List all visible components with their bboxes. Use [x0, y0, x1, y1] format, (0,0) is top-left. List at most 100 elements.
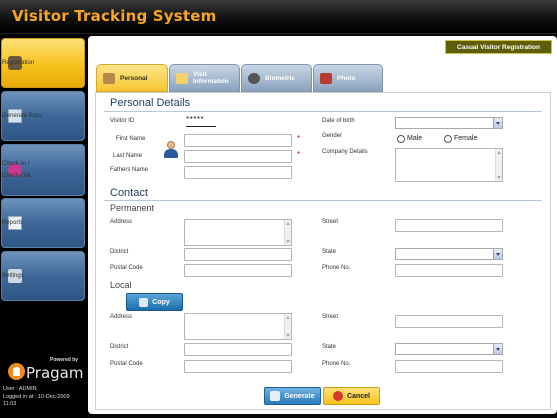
first-name-label: First Name — [116, 136, 146, 142]
cancel-button-label: Cancel — [347, 392, 370, 400]
session-status: User : ADMIN Logged in at : 10-Dec-2009 … — [3, 386, 70, 409]
tab-label: Biometric — [265, 74, 295, 82]
local-address-textarea[interactable] — [184, 313, 292, 340]
permanent-street-field[interactable] — [395, 219, 503, 232]
status-logged-in: Logged in at : 10-Dec-2009 — [3, 393, 70, 400]
permanent-phone-field[interactable] — [395, 264, 503, 277]
scrollbar[interactable] — [284, 314, 291, 339]
company-details-label: Company Details — [322, 149, 368, 155]
tab-photo[interactable]: Photo — [313, 64, 383, 92]
sidebar-item-label: Registration — [2, 60, 35, 66]
sidebar-item-check-in-out[interactable]: Check-In / Check-Out — [1, 144, 85, 196]
permanent-district-field[interactable] — [184, 248, 292, 261]
generate-button-label: Generate — [284, 392, 315, 400]
local-address-label: Address — [110, 314, 133, 320]
company-details-textarea[interactable] — [395, 148, 503, 182]
status-user: User : ADMIN — [3, 386, 37, 392]
chevron-down-icon — [493, 249, 502, 259]
form-panel: Personal Details Visitor ID ***** First … — [95, 92, 551, 410]
generate-icon — [270, 391, 281, 401]
gender-female-radio[interactable] — [444, 135, 452, 143]
tab-label: Photo — [337, 74, 356, 82]
visit-info-icon — [176, 72, 188, 84]
camera-icon — [320, 72, 332, 84]
local-postal-label: Postal Code — [110, 361, 143, 367]
local-postal-field[interactable] — [184, 360, 292, 373]
local-street-field[interactable] — [395, 315, 503, 328]
first-name-field[interactable] — [184, 134, 292, 147]
fathers-name-field[interactable] — [184, 166, 292, 179]
local-street-label: Street — [322, 314, 339, 320]
visitor-id-value: ***** — [186, 115, 205, 124]
sidebar-item-label: Generate Pass — [2, 113, 43, 119]
permanent-state-select[interactable] — [395, 248, 503, 260]
dob-select[interactable] — [395, 117, 503, 129]
permanent-postal-label: Postal Code — [110, 265, 143, 271]
sidebar-item-settings[interactable]: Settings — [1, 251, 85, 301]
app-title: Visitor Tracking System — [12, 7, 217, 25]
required-marker: * — [297, 150, 301, 159]
sidebar-item-generate-pass[interactable]: Generate Pass — [1, 91, 85, 141]
contact-heading: Contact — [110, 187, 148, 199]
title-bar: Visitor Tracking System — [0, 0, 557, 34]
sidebar-item-reports[interactable]: Reports — [1, 198, 85, 248]
brand-name: Pragam — [26, 364, 84, 382]
status-time: 11:03 — [3, 401, 17, 407]
copy-address-button[interactable]: Copy — [126, 293, 183, 311]
dob-label: Date of birth — [322, 118, 355, 124]
tab-visit-information[interactable]: Visit Information — [169, 64, 240, 92]
fingerprint-icon — [248, 72, 260, 84]
last-name-field[interactable] — [184, 150, 292, 163]
copy-button-label: Copy — [152, 298, 170, 306]
tab-label: Visit Information — [193, 71, 229, 85]
permanent-street-label: Street — [322, 219, 339, 225]
local-heading: Local — [110, 280, 132, 290]
permanent-address-textarea[interactable] — [184, 219, 292, 246]
permanent-district-label: District — [110, 249, 129, 255]
scrollbar[interactable] — [284, 220, 291, 245]
sidebar-item-label: Settings — [2, 273, 24, 279]
visitor-id-label: Visitor ID — [110, 118, 135, 124]
cancel-icon — [333, 391, 344, 401]
personal-icon — [103, 72, 115, 84]
sidebar-item-registration[interactable]: Registration — [1, 38, 85, 88]
brand-logo: Powered by Pragam — [0, 355, 88, 385]
cancel-button[interactable]: Cancel — [323, 387, 380, 405]
pragam-logo-icon — [8, 363, 25, 380]
visitor-id-underline — [186, 126, 216, 127]
gender-male-radio[interactable] — [397, 135, 405, 143]
local-state-select[interactable] — [395, 343, 503, 355]
local-district-label: District — [110, 344, 129, 350]
powered-by-text: Powered by — [50, 357, 79, 363]
section-divider — [104, 200, 542, 201]
sidebar-item-label: Reports — [2, 220, 24, 226]
tab-label: Personal — [120, 74, 148, 82]
local-phone-label: Phone No. — [322, 361, 351, 367]
gender-label: Gender — [322, 133, 343, 139]
local-phone-field[interactable] — [395, 360, 503, 373]
casual-visitor-registration-button[interactable]: Casual Visitor Registration — [445, 40, 552, 54]
permanent-state-label: State — [322, 249, 337, 255]
required-marker: * — [297, 134, 301, 143]
gender-female-label: Female — [454, 135, 478, 142]
sidebar-item-label: Check-In / Check-Out — [2, 161, 31, 179]
tab-biometric[interactable]: Biometric — [241, 64, 312, 92]
permanent-heading: Permanent — [110, 203, 155, 213]
chevron-down-icon — [493, 344, 502, 354]
chevron-down-icon — [493, 118, 502, 128]
copy-icon — [139, 297, 149, 307]
generate-button[interactable]: Generate — [264, 387, 321, 405]
permanent-address-label: Address — [110, 219, 133, 225]
permanent-phone-label: Phone No. — [322, 265, 351, 271]
section-divider — [104, 111, 542, 112]
permanent-postal-field[interactable] — [184, 264, 292, 277]
gender-male-label: Male — [407, 135, 423, 142]
fathers-name-label: Fathers Name — [110, 167, 149, 173]
personal-details-heading: Personal Details — [110, 97, 191, 109]
last-name-label: Last Name — [113, 153, 143, 159]
main-content: Casual Visitor Registration Personal Vis… — [88, 36, 557, 414]
visitor-photo-icon[interactable] — [163, 141, 179, 159]
local-district-field[interactable] — [184, 343, 292, 356]
tab-personal[interactable]: Personal — [96, 64, 168, 92]
scrollbar[interactable] — [495, 149, 502, 181]
